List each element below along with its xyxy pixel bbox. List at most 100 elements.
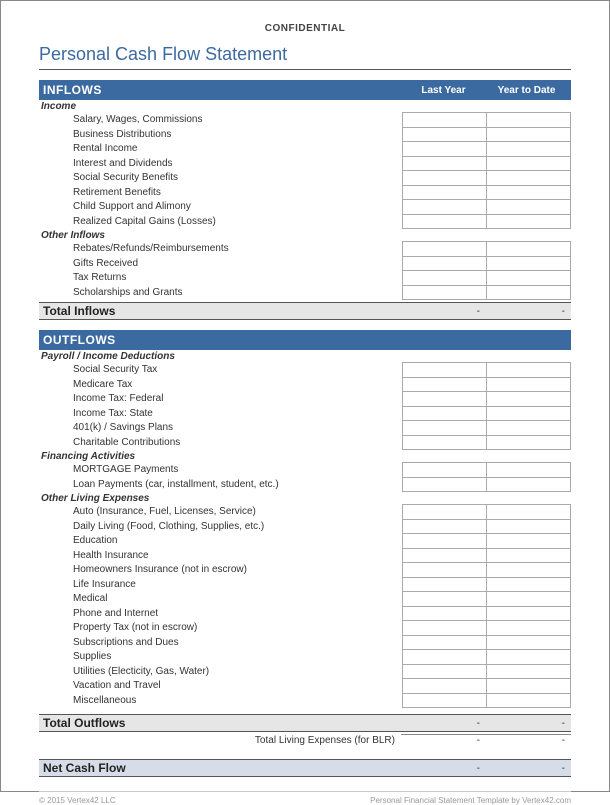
line-item-year-to-date[interactable] xyxy=(486,270,571,286)
line-item-year-to-date[interactable] xyxy=(486,256,571,272)
line-item-last-year[interactable] xyxy=(402,519,487,535)
line-item-last-year[interactable] xyxy=(402,127,487,143)
line-item-last-year[interactable] xyxy=(402,362,487,378)
line-item-year-to-date[interactable] xyxy=(486,391,571,407)
line-item-last-year[interactable] xyxy=(402,635,487,651)
line-item-last-year[interactable] xyxy=(402,577,487,593)
line-item-year-to-date[interactable] xyxy=(486,185,571,201)
line-item-last-year[interactable] xyxy=(402,406,487,422)
line-item-last-year[interactable] xyxy=(402,141,487,157)
line-item-label: Utilities (Electicity, Gas, Water) xyxy=(39,665,403,680)
line-item-year-to-date[interactable] xyxy=(486,693,571,709)
line-item-year-to-date[interactable] xyxy=(486,620,571,636)
line-item-label: Loan Payments (car, installment, student… xyxy=(39,478,403,493)
line-item-year-to-date[interactable] xyxy=(486,591,571,607)
line-item-last-year[interactable] xyxy=(402,285,487,301)
line-item-year-to-date[interactable] xyxy=(486,678,571,694)
line-item-last-year[interactable] xyxy=(402,170,487,186)
line-item-row: Income Tax: State xyxy=(39,407,571,422)
outflows-header-label: OUTFLOWS xyxy=(39,333,401,347)
line-item-year-to-date[interactable] xyxy=(486,606,571,622)
line-item-last-year[interactable] xyxy=(402,678,487,694)
line-item-last-year[interactable] xyxy=(402,256,487,272)
col-year-to-date: Year to Date xyxy=(486,85,571,96)
line-item-label: Salary, Wages, Commissions xyxy=(39,113,403,128)
line-item-year-to-date[interactable] xyxy=(486,362,571,378)
line-item-year-to-date[interactable] xyxy=(486,664,571,680)
line-item-year-to-date[interactable] xyxy=(486,170,571,186)
line-item-year-to-date[interactable] xyxy=(486,504,571,520)
line-item-year-to-date[interactable] xyxy=(486,406,571,422)
line-item-last-year[interactable] xyxy=(402,435,487,451)
line-item-last-year[interactable] xyxy=(402,270,487,286)
line-item-last-year[interactable] xyxy=(402,156,487,172)
line-item-year-to-date[interactable] xyxy=(486,562,571,578)
line-item-last-year[interactable] xyxy=(402,214,487,230)
line-item-row: Realized Capital Gains (Losses) xyxy=(39,215,571,230)
line-item-year-to-date[interactable] xyxy=(486,377,571,393)
line-item-year-to-date[interactable] xyxy=(486,420,571,436)
line-item-last-year[interactable] xyxy=(402,533,487,549)
line-item-year-to-date[interactable] xyxy=(486,112,571,128)
line-item-row: Auto (Insurance, Fuel, Licenses, Service… xyxy=(39,505,571,520)
line-item-row: Phone and Internet xyxy=(39,607,571,622)
line-item-year-to-date[interactable] xyxy=(486,156,571,172)
net-cash-flow-v1: - xyxy=(401,763,486,774)
line-item-row: Subscriptions and Dues xyxy=(39,636,571,651)
line-item-year-to-date[interactable] xyxy=(486,285,571,301)
net-cash-flow-v2: - xyxy=(486,763,571,774)
line-item-last-year[interactable] xyxy=(402,185,487,201)
line-item-year-to-date[interactable] xyxy=(486,199,571,215)
line-item-label: MORTGAGE Payments xyxy=(39,463,403,478)
line-item-label: Auto (Insurance, Fuel, Licenses, Service… xyxy=(39,505,403,520)
line-item-year-to-date[interactable] xyxy=(486,127,571,143)
line-item-last-year[interactable] xyxy=(402,377,487,393)
line-item-row: Daily Living (Food, Clothing, Supplies, … xyxy=(39,520,571,535)
total-inflows-v2: - xyxy=(486,306,571,317)
line-item-year-to-date[interactable] xyxy=(486,435,571,451)
line-item-year-to-date[interactable] xyxy=(486,241,571,257)
line-item-row: Charitable Contributions xyxy=(39,436,571,451)
line-item-label: Income Tax: Federal xyxy=(39,392,403,407)
line-item-year-to-date[interactable] xyxy=(486,477,571,493)
line-item-row: 401(k) / Savings Plans xyxy=(39,421,571,436)
line-item-last-year[interactable] xyxy=(402,591,487,607)
line-item-year-to-date[interactable] xyxy=(486,635,571,651)
line-item-last-year[interactable] xyxy=(402,199,487,215)
line-item-year-to-date[interactable] xyxy=(486,649,571,665)
total-inflows-v1: - xyxy=(401,306,486,317)
line-item-last-year[interactable] xyxy=(402,693,487,709)
line-item-year-to-date[interactable] xyxy=(486,577,571,593)
line-item-year-to-date[interactable] xyxy=(486,214,571,230)
line-item-last-year[interactable] xyxy=(402,548,487,564)
line-item-last-year[interactable] xyxy=(402,606,487,622)
line-item-last-year[interactable] xyxy=(402,420,487,436)
line-item-row: Supplies xyxy=(39,650,571,665)
line-item-row: Income Tax: Federal xyxy=(39,392,571,407)
line-item-last-year[interactable] xyxy=(402,504,487,520)
line-item-label: Child Support and Alimony xyxy=(39,200,403,215)
line-item-row: Gifts Received xyxy=(39,257,571,272)
line-item-year-to-date[interactable] xyxy=(486,519,571,535)
line-item-year-to-date[interactable] xyxy=(486,141,571,157)
footer-template-credit: Personal Financial Statement Template by… xyxy=(370,796,571,805)
line-item-year-to-date[interactable] xyxy=(486,462,571,478)
living-expenses-label: Total Living Expenses (for BLR) xyxy=(39,735,401,746)
net-cash-flow-row: Net Cash Flow - - xyxy=(39,759,571,777)
line-item-last-year[interactable] xyxy=(402,241,487,257)
line-item-label: Medical xyxy=(39,592,403,607)
line-item-last-year[interactable] xyxy=(402,462,487,478)
line-item-last-year[interactable] xyxy=(402,562,487,578)
line-item-year-to-date[interactable] xyxy=(486,533,571,549)
line-item-last-year[interactable] xyxy=(402,391,487,407)
line-item-last-year[interactable] xyxy=(402,620,487,636)
living-expenses-v1: - xyxy=(401,734,486,746)
net-cash-flow-label: Net Cash Flow xyxy=(39,761,401,775)
line-item-last-year[interactable] xyxy=(402,477,487,493)
line-item-label: Charitable Contributions xyxy=(39,436,403,451)
living-expenses-v2: - xyxy=(486,734,571,746)
line-item-year-to-date[interactable] xyxy=(486,548,571,564)
line-item-last-year[interactable] xyxy=(402,664,487,680)
line-item-last-year[interactable] xyxy=(402,112,487,128)
line-item-last-year[interactable] xyxy=(402,649,487,665)
